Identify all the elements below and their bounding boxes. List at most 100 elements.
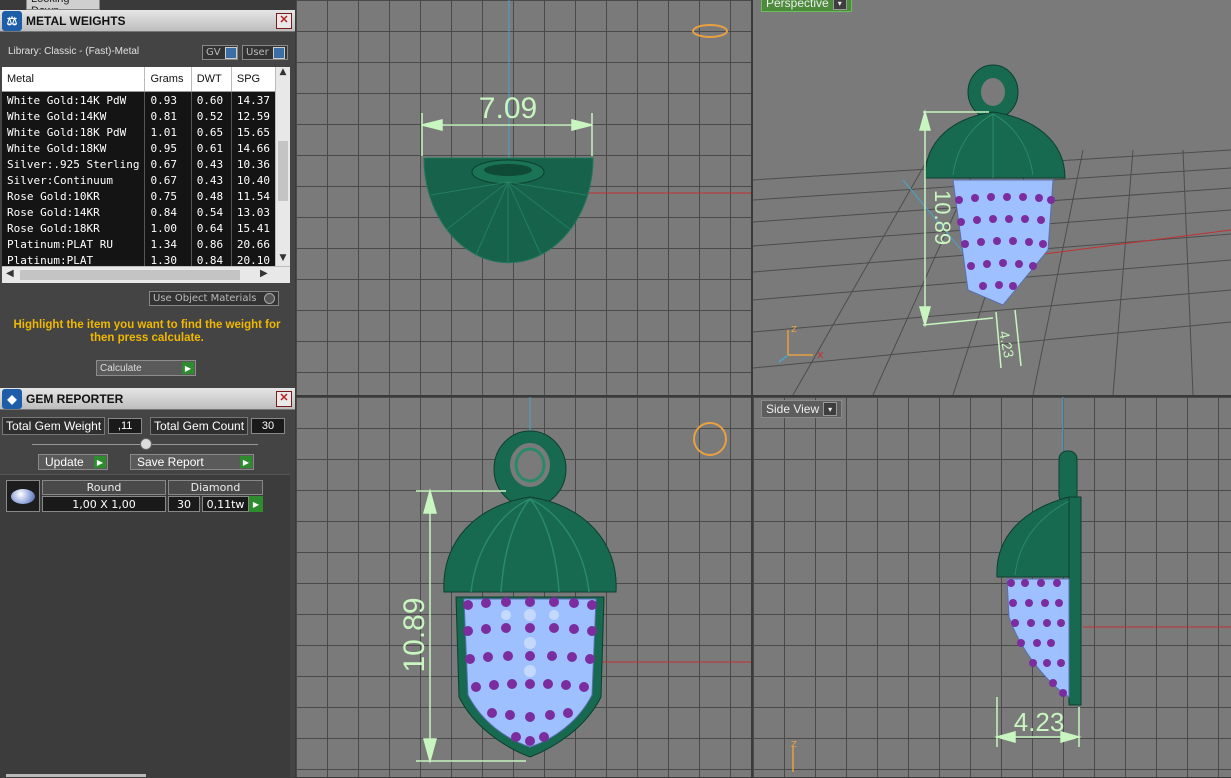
- grams-cell: 1.34: [144, 236, 192, 252]
- total-gem-weight-value[interactable]: ,11: [108, 418, 143, 434]
- spg-cell: 14.66: [231, 140, 276, 156]
- perspective-view-label[interactable]: Perspective ▾: [761, 0, 852, 12]
- scroll-left-icon[interactable]: ◀: [6, 268, 14, 279]
- table-row[interactable]: Platinum:PLAT RU 1.34 0.86 20.66: [2, 236, 276, 252]
- metal-cell: White Gold:18KW: [2, 140, 146, 156]
- splitter-handle[interactable]: [140, 438, 152, 450]
- gem-count: 30: [168, 496, 200, 512]
- column-header-dwt[interactable]: DWT: [191, 67, 232, 92]
- play-icon: ▶: [182, 362, 194, 374]
- play-icon[interactable]: ▶: [249, 496, 263, 512]
- total-gem-count-value[interactable]: 30: [251, 418, 286, 434]
- grams-cell: 1.30: [144, 252, 192, 267]
- grams-cell: 0.95: [144, 140, 192, 156]
- total-gem-count-field: Total Gem Count 30: [150, 417, 286, 435]
- chevron-down-icon[interactable]: ▾: [823, 402, 838, 416]
- scroll-thumb-horizontal[interactable]: [20, 270, 240, 280]
- chevron-down-icon[interactable]: ▾: [832, 0, 847, 10]
- spg-cell: 12.59: [231, 108, 276, 124]
- gem-reporter-titlebar[interactable]: ◆ GEM REPORTER ✕: [0, 388, 295, 410]
- table-row[interactable]: Platinum:PLAT 1.30 0.84 20.10: [2, 252, 276, 267]
- viewport-side[interactable]: 4.23 z Side View ▾: [753, 397, 1231, 777]
- metal-cell: Rose Gold:10KR: [2, 188, 146, 204]
- table-row[interactable]: White Gold:14K PdW 0.93 0.60 14.37: [2, 91, 276, 108]
- play-icon: ▶: [240, 456, 252, 468]
- table-row[interactable]: White Gold:14KW 0.81 0.52 12.59: [2, 108, 276, 124]
- dwt-cell: 0.43: [191, 172, 232, 188]
- scroll-up-icon[interactable]: ▲: [276, 67, 290, 81]
- calculate-button[interactable]: Calculate ▶: [96, 360, 196, 376]
- grams-cell: 0.67: [144, 156, 192, 172]
- column-header-metal[interactable]: Metal: [2, 67, 146, 92]
- side-width-label: 4.23: [1014, 707, 1065, 737]
- save-report-button[interactable]: Save Report ▶: [130, 454, 254, 470]
- dwt-cell: 0.61: [191, 140, 232, 156]
- column-header-spg[interactable]: SPG: [231, 67, 276, 92]
- user-toggle[interactable]: User: [242, 45, 288, 60]
- metal-cell: Silver:Continuum: [2, 172, 146, 188]
- grams-cell: 0.75: [144, 188, 192, 204]
- use-object-materials-checkbox[interactable]: Use Object Materials: [149, 291, 279, 306]
- total-gem-weight-field: Total Gem Weight ,11: [2, 417, 143, 435]
- viewport-top[interactable]: 7.09: [296, 0, 751, 395]
- table-row[interactable]: White Gold:18K PdW 1.01 0.65 15.65: [2, 124, 276, 140]
- spg-cell: 13.03: [231, 204, 276, 220]
- perspective-axis-z: z: [791, 322, 797, 335]
- spg-cell: 15.41: [231, 220, 276, 236]
- dwt-cell: 0.65: [191, 124, 232, 140]
- gem-list: [0, 474, 290, 778]
- gem-cut: Round: [42, 480, 166, 495]
- spg-cell: 10.40: [231, 172, 276, 188]
- spg-cell: 20.10: [231, 252, 276, 267]
- metal-cell: White Gold:14KW: [2, 108, 146, 124]
- perspective-axis-x: x: [817, 348, 824, 361]
- spg-cell: 15.65: [231, 124, 276, 140]
- instruction-text: Highlight the item you want to find the …: [13, 319, 281, 344]
- front-height-label: 10.89: [398, 597, 431, 672]
- play-icon: ▶: [94, 456, 106, 468]
- dwt-cell: 0.48: [191, 188, 232, 204]
- gem-weight: 0,11tw: [202, 496, 249, 512]
- spg-cell: 10.36: [231, 156, 276, 172]
- close-icon[interactable]: ✕: [276, 391, 292, 407]
- update-button[interactable]: Update ▶: [38, 454, 108, 470]
- gem-list-item[interactable]: Round Diamond 1,00 X 1,00 30 0,11tw ▶: [6, 480, 263, 512]
- table-row[interactable]: Rose Gold:18KR 1.00 0.64 15.41: [2, 220, 276, 236]
- dwt-cell: 0.52: [191, 108, 232, 124]
- looking-down-tab[interactable]: Looking Down: [26, 0, 100, 10]
- perspective-height-label: 10.89: [930, 190, 955, 245]
- scroll-down-icon[interactable]: ▼: [276, 253, 290, 267]
- spg-cell: 11.54: [231, 188, 276, 204]
- table-row[interactable]: White Gold:18KW 0.95 0.61 14.66: [2, 140, 276, 156]
- close-icon[interactable]: ✕: [276, 13, 292, 29]
- metal-weights-titlebar[interactable]: ⚖ METAL WEIGHTS ✕: [0, 10, 295, 32]
- gem-size: 1,00 X 1,00: [42, 496, 166, 512]
- metal-table[interactable]: Metal Grams DWT SPG White Gold:14K PdW 0.…: [2, 67, 290, 283]
- metal-cell: White Gold:14K PdW: [2, 91, 146, 108]
- gem-material: Diamond: [168, 480, 263, 495]
- table-row[interactable]: Rose Gold:14KR 0.84 0.54 13.03: [2, 204, 276, 220]
- grams-cell: 0.67: [144, 172, 192, 188]
- table-row[interactable]: Silver:Continuum 0.67 0.43 10.40: [2, 172, 276, 188]
- scroll-right-icon[interactable]: ▶: [260, 268, 268, 279]
- spg-cell: 20.66: [231, 236, 276, 252]
- metal-cell: White Gold:18K PdW: [2, 124, 146, 140]
- column-header-grams[interactable]: Grams: [144, 67, 192, 92]
- gv-toggle[interactable]: GV: [202, 45, 238, 60]
- grams-cell: 1.00: [144, 220, 192, 236]
- dwt-cell: 0.86: [191, 236, 232, 252]
- metal-cell: Rose Gold:14KR: [2, 204, 146, 220]
- viewport-perspective[interactable]: 10.89 4.23 z x Perspective ▾: [753, 0, 1231, 395]
- side-view-label[interactable]: Side View ▾: [761, 400, 843, 418]
- round-gem-icon: [6, 480, 40, 512]
- table-row[interactable]: Silver:.925 Sterling 0.67 0.43 10.36: [2, 156, 276, 172]
- metal-cell: Platinum:PLAT RU: [2, 236, 146, 252]
- horizontal-scrollbar[interactable]: ◀ ▶: [2, 266, 290, 283]
- scroll-thumb[interactable]: [278, 141, 288, 201]
- gem-reporter-panel: ◆ GEM REPORTER ✕ Total Gem Weight ,11 To…: [0, 388, 295, 778]
- dwt-cell: 0.84: [191, 252, 232, 267]
- table-row[interactable]: Rose Gold:10KR 0.75 0.48 11.54: [2, 188, 276, 204]
- dwt-cell: 0.60: [191, 91, 232, 108]
- viewport-front[interactable]: 10.89: [296, 397, 751, 777]
- vertical-scrollbar[interactable]: ▲ ▼: [275, 67, 290, 267]
